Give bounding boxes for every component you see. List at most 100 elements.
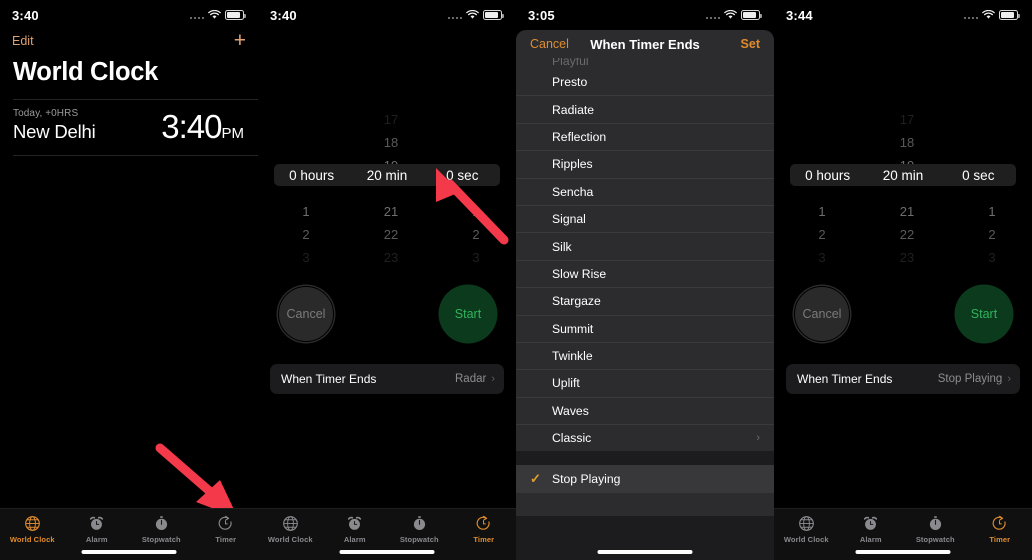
tab-timer[interactable]: Timer	[452, 515, 517, 544]
ringtone-label: Twinkle	[552, 349, 593, 364]
list-item[interactable]: Summit	[516, 314, 774, 342]
list-item[interactable]: Slow Rise	[516, 259, 774, 287]
timer-setup-body: — 1 2 3 17 18 19 — 21 22 23	[258, 30, 516, 560]
tab-bar: World Clock Alarm Stopwatch Timer	[774, 508, 1032, 560]
tab-world-clock[interactable]: World Clock	[258, 515, 323, 544]
signal-dots-icon	[447, 11, 462, 19]
home-indicator	[597, 550, 693, 554]
alarm-clock-icon	[864, 516, 878, 530]
scrolled-partial-row: Playful	[516, 58, 774, 68]
when-timer-ends-value: Stop Playing	[937, 373, 1003, 385]
list-item-classic[interactable]: Classic ›	[516, 424, 774, 451]
list-item[interactable]: Twinkle	[516, 341, 774, 369]
list-item[interactable]: Sencha	[516, 177, 774, 205]
selected-seconds: 0 sec	[446, 167, 479, 183]
picker-selection-labels: 0 hours 20 min 0 sec	[790, 164, 1016, 186]
ringtone-label: Summit	[552, 321, 594, 336]
cancel-button[interactable]: Cancel	[278, 286, 334, 342]
timer-setup-body: — 1 2 3 17 18 19 — 21 22 23	[774, 30, 1032, 560]
battery-icon	[999, 10, 1020, 20]
when-timer-ends-value-group: Radar ›	[455, 373, 495, 385]
ringtone-label: Stargaze	[552, 294, 601, 309]
status-time: 3:44	[786, 7, 813, 23]
tab-alarm[interactable]: Alarm	[323, 515, 388, 544]
when-timer-ends-row[interactable]: When Timer Ends Radar ›	[270, 364, 504, 394]
list-item[interactable]: Reflection	[516, 122, 774, 150]
wheel-item: 21	[899, 204, 915, 219]
ringtone-label: Uplift	[552, 376, 580, 391]
ringtone-label: Signal	[552, 212, 586, 227]
tab-timer[interactable]: Timer	[968, 515, 1032, 544]
list-item[interactable]: Silk	[516, 232, 774, 259]
tab-alarm[interactable]: Alarm	[65, 515, 130, 544]
sheet-header: Cancel When Timer Ends Set	[516, 30, 774, 58]
timer-action-buttons: Cancel Start	[258, 286, 516, 342]
wheel-item: 17	[899, 112, 915, 127]
duration-picker[interactable]: — 1 2 3 17 18 19 — 21 22 23	[774, 108, 1032, 265]
wifi-icon	[982, 10, 995, 19]
wheel-item: 1	[818, 204, 826, 219]
ringtone-label: Classic	[552, 431, 592, 446]
tab-stopwatch[interactable]: Stopwatch	[903, 515, 968, 544]
status-bar: 3:40	[0, 0, 258, 30]
tab-label: Alarm	[85, 535, 108, 544]
wheel-item: 22	[899, 227, 915, 242]
list-item[interactable]: Uplift	[516, 369, 774, 396]
sheet-set-button[interactable]: Set	[741, 37, 760, 51]
start-button[interactable]: Start	[956, 286, 1012, 342]
tab-stopwatch[interactable]: Stopwatch	[387, 515, 452, 544]
wheel-item: 2	[302, 227, 310, 242]
stop-playing-row[interactable]: ✓ Stop Playing	[516, 465, 774, 494]
list-item[interactable]: Presto	[516, 68, 774, 95]
status-icons	[963, 10, 1020, 20]
alarm-clock-icon	[90, 516, 104, 530]
world-clock-row[interactable]: Today, +0HRS New Delhi 3:40PM	[0, 100, 258, 155]
list-item[interactable]: Signal	[516, 204, 774, 232]
chevron-right-icon: ›	[491, 373, 495, 385]
home-indicator	[855, 550, 951, 554]
selected-hours: 0 hours	[289, 167, 335, 183]
stopwatch-icon	[929, 516, 941, 530]
tab-timer[interactable]: Timer	[194, 515, 259, 544]
status-icons	[189, 10, 246, 20]
divider	[13, 155, 258, 156]
add-city-button[interactable]: +	[234, 30, 246, 51]
when-timer-ends-row[interactable]: When Timer Ends Stop Playing ›	[786, 364, 1020, 394]
duration-picker[interactable]: — 1 2 3 17 18 19 — 21 22 23	[258, 108, 516, 265]
city-info: Today, +0HRS New Delhi	[13, 108, 96, 143]
globe-icon	[24, 516, 40, 531]
city-time: 3:40PM	[161, 110, 244, 143]
page-title: World Clock	[13, 58, 158, 86]
ringtone-label: Ripples	[552, 157, 593, 172]
ringtone-label: Sencha	[552, 184, 594, 199]
wifi-icon	[724, 10, 737, 19]
cancel-button[interactable]: Cancel	[794, 286, 850, 342]
list-item[interactable]: Waves	[516, 396, 774, 424]
tab-world-clock[interactable]: World Clock	[0, 515, 65, 544]
tab-label: Timer	[215, 535, 237, 544]
wifi-icon	[208, 10, 221, 19]
ringtone-label: Silk	[552, 239, 572, 254]
list-item[interactable]: Stargaze	[516, 287, 774, 314]
tab-stopwatch[interactable]: Stopwatch	[129, 515, 194, 544]
wheel-item: 3	[988, 250, 996, 265]
list-item[interactable]: Ripples	[516, 150, 774, 177]
list-section-gap	[516, 451, 774, 466]
signal-dots-icon	[189, 11, 204, 19]
start-button[interactable]: Start	[440, 286, 496, 342]
city-time-ampm: PM	[221, 125, 245, 142]
when-timer-ends-label: When Timer Ends	[281, 372, 377, 386]
tab-world-clock[interactable]: World Clock	[774, 515, 839, 544]
timer-icon	[476, 515, 490, 530]
edit-button[interactable]: Edit	[12, 34, 34, 48]
wheel-item: 2	[988, 227, 996, 242]
tab-label: Timer	[989, 535, 1011, 544]
list-item[interactable]: Radiate	[516, 95, 774, 122]
ringtone-list[interactable]: Presto Radiate Reflection Ripples Sencha…	[516, 68, 774, 451]
tab-alarm[interactable]: Alarm	[839, 515, 904, 544]
wheel-item	[966, 108, 1018, 131]
stopwatch-icon	[155, 516, 167, 530]
wheel-item: 2	[818, 227, 826, 242]
when-timer-ends-value-group: Stop Playing ›	[938, 373, 1011, 385]
when-timer-ends-value: Radar	[455, 373, 487, 385]
